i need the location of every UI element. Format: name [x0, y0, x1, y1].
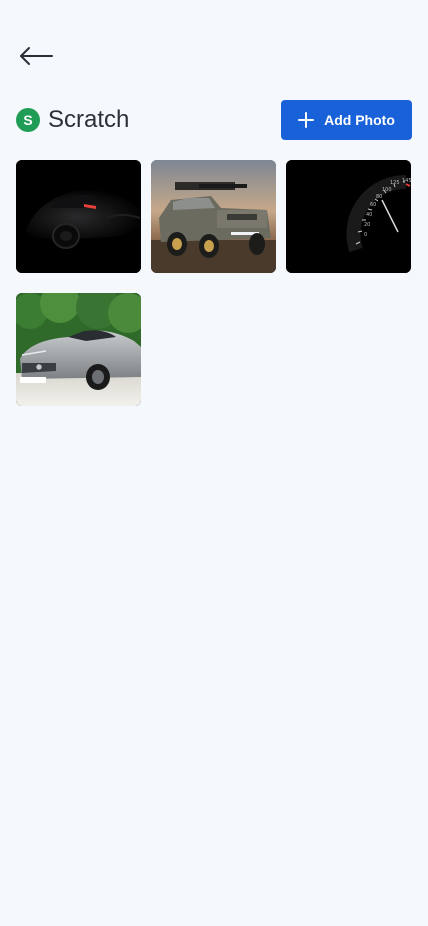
svg-text:0: 0: [364, 232, 367, 238]
photo-thumbnail-1[interactable]: [16, 160, 141, 273]
svg-text:80: 80: [376, 194, 382, 200]
back-button[interactable]: [16, 40, 56, 72]
svg-text:20: 20: [364, 222, 370, 228]
photo-black-sports-car: [16, 160, 141, 273]
photo-silver-coupe: [16, 293, 141, 406]
album-header: S Scratch Add Photo: [16, 100, 412, 140]
page-title: Scratch: [48, 106, 130, 133]
arrow-left-icon: [20, 47, 53, 65]
svg-text:40: 40: [366, 212, 372, 218]
photo-thumbnail-4[interactable]: [16, 293, 141, 406]
photo-thumbnail-2[interactable]: [151, 160, 276, 273]
avatar: S: [16, 108, 40, 132]
photo-album-page: S Scratch Add Photo 0 20 40 60 80 100 12…: [0, 0, 428, 926]
svg-text:145: 145: [402, 178, 411, 184]
plus-icon: [298, 112, 315, 128]
photo-thumbnail-3[interactable]: 0 20 40 60 80 100 125 145: [286, 160, 411, 273]
add-photo-button[interactable]: Add Photo: [281, 100, 412, 140]
photo-speedometer: 0 20 40 60 80 100 125 145: [286, 160, 411, 273]
title-group: S Scratch: [16, 106, 129, 134]
svg-text:60: 60: [370, 202, 376, 208]
photo-grid: 0 20 40 60 80 100 125 145: [16, 160, 412, 406]
add-photo-label: Add Photo: [324, 112, 395, 128]
svg-text:100: 100: [382, 187, 392, 193]
svg-text:125: 125: [390, 180, 400, 186]
photo-offroad-truck: [151, 160, 276, 273]
